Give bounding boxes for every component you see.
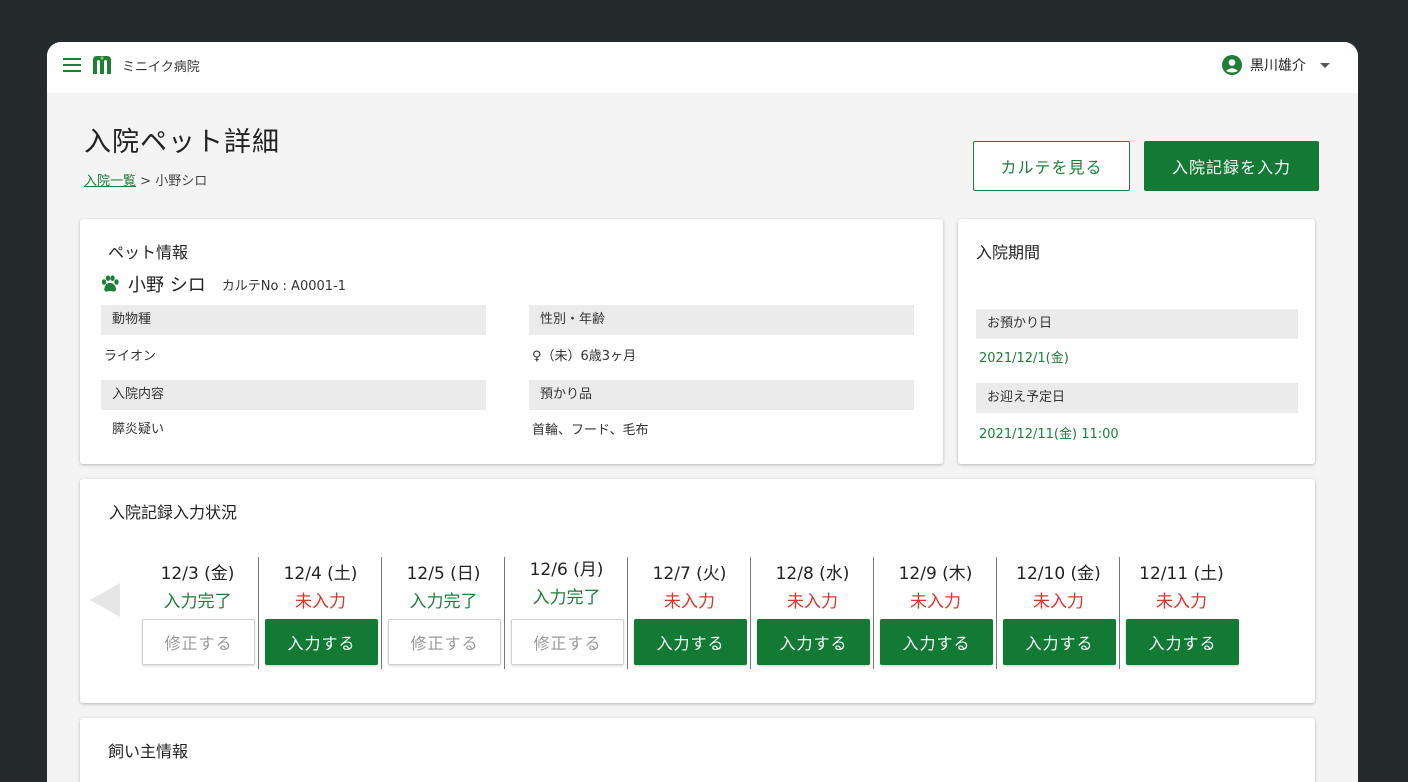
record-status-card: 入院記録入力状況 12/3 (金) 入力完了修正する 12/4 (土) 未入力入力する… [80,479,1315,703]
paw-icon [101,275,119,292]
edit-record-button[interactable]: 修正する [511,619,624,665]
user-name: 黒川雄介 [1250,58,1306,74]
day-column: 12/8 (水) 未入力入力する [751,555,874,669]
day-date: 12/3 (金) [160,564,235,584]
input-record-button[interactable]: 入力する [1126,619,1239,665]
day-date: 12/10 (金) [1016,564,1101,584]
day-date: 12/11 (土) [1139,564,1224,584]
pet-name: 小野 シロ [128,275,206,296]
edit-record-button[interactable]: 修正する [142,619,255,665]
day-column: 12/7 (火) 未入力入力する [628,555,751,669]
scroll-left-arrow-icon[interactable] [90,583,120,617]
owner-info-card: 飼い主情報 [80,718,1315,782]
breadcrumb-current: 小野シロ [155,174,208,189]
top-bar: ミニイク病院 黒川雄介 [47,42,1358,93]
owner-info-title: 飼い主情報 [108,742,189,761]
period-title: 入院期間 [976,243,1041,262]
reason-label: 入院内容 [101,380,486,410]
day-status: 未入力 [1156,592,1207,612]
sex-age-label: 性別・年齢 [529,305,914,335]
input-record-button[interactable]: 入力する [634,619,747,665]
day-status: 未入力 [664,592,715,612]
day-column: 12/5 (日) 入力完了修正する [382,555,505,669]
items-label: 預かり品 [529,380,914,410]
input-record-button[interactable]: 入力する [1003,619,1116,665]
day-status: 入力完了 [163,592,232,612]
pet-info-card: ペット情報 小野 シロ カルテNo : A0001-1 動物種 ライオン 性別・… [80,219,943,464]
karte-number: カルテNo : A0001-1 [221,278,346,294]
input-record-button[interactable]: 入力する [265,619,378,665]
admit-date-value: 2021/12/1(金) [979,351,1069,366]
reason-value: 膵炎疑い [112,422,165,437]
user-menu[interactable]: 黒川雄介 [1222,55,1330,75]
pickup-date-value: 2021/12/11(金) 11:00 [979,427,1119,442]
app-window: ミニイク病院 黒川雄介 入院ペット詳細 入院一覧 > 小野シロ カルテを見る 入… [47,42,1358,782]
day-column: 12/10 (金) 未入力入力する [997,555,1120,669]
items-value: 首輪、フード、毛布 [532,423,649,438]
day-status: 未入力 [910,592,961,612]
sex-age-value: ♀（未）6歳3ヶ月 [532,349,637,364]
record-status-title: 入院記録入力状況 [109,503,238,522]
day-column: 12/6 (月) 入力完了修正する [505,555,628,669]
breadcrumb-separator: > [136,174,156,189]
chevron-down-icon [1320,62,1330,68]
species-label: 動物種 [101,305,486,335]
admit-date-label: お預かり日 [976,309,1298,339]
pickup-date-label: お迎え予定日 [976,383,1298,413]
day-column: 12/4 (土) 未入力入力する [259,555,382,669]
app-name: ミニイク病院 [122,60,200,75]
breadcrumb: 入院一覧 > 小野シロ [84,170,207,189]
hospital-logo-icon [93,56,111,74]
account-icon [1222,55,1242,75]
day-status: 入力完了 [409,592,478,612]
edit-record-button[interactable]: 修正する [388,619,501,665]
day-date: 12/6 (月) [529,560,604,580]
day-column: 12/11 (土) 未入力入力する [1120,555,1243,669]
day-status: 入力完了 [532,588,601,608]
enter-record-button[interactable]: 入院記録を入力 [1144,141,1319,191]
day-date: 12/9 (木) [898,564,973,584]
day-date: 12/4 (土) [283,564,358,584]
breadcrumb-link-admission-list[interactable]: 入院一覧 [84,174,136,189]
hamburger-menu-icon[interactable] [63,58,81,72]
view-karte-button[interactable]: カルテを見る [973,141,1130,191]
pet-info-title: ペット情報 [108,243,189,262]
input-record-button[interactable]: 入力する [757,619,870,665]
day-status: 未入力 [1033,592,1084,612]
pet-name-row: 小野 シロ カルテNo : A0001-1 [100,271,346,297]
day-status: 未入力 [295,592,346,612]
species-value: ライオン [104,349,157,364]
day-column: 12/3 (金) 入力完了修正する [136,555,259,669]
page-title: 入院ペット詳細 [84,127,280,158]
day-column: 12/9 (木) 未入力入力する [874,555,997,669]
day-date: 12/7 (火) [652,564,727,584]
admission-period-card: 入院期間 お預かり日 2021/12/1(金) お迎え予定日 2021/12/1… [958,219,1315,464]
day-date: 12/8 (水) [775,564,850,584]
input-record-button[interactable]: 入力する [880,619,993,665]
day-date: 12/5 (日) [406,564,481,584]
day-status: 未入力 [787,592,838,612]
